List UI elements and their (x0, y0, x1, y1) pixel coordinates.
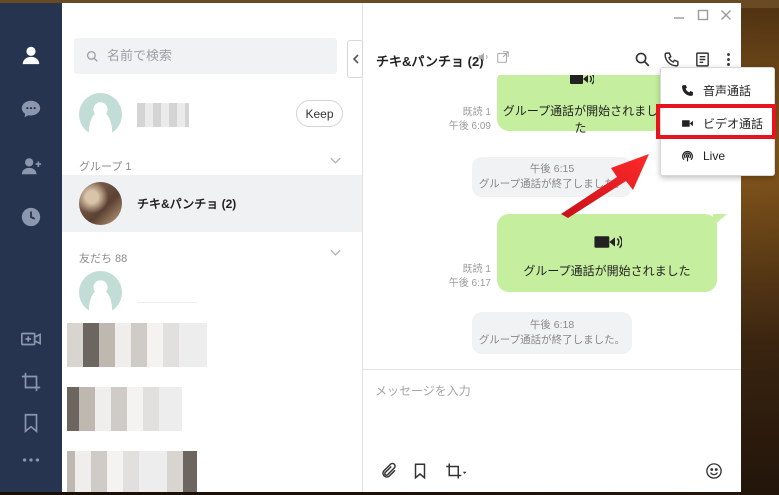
collapse-list-button[interactable] (347, 40, 363, 78)
voice-call-menu-item[interactable]: 音声通話 (661, 74, 774, 106)
friend-list-pane: Keep グループ 1 チキ&パンチョ (2) 友だち 88 (62, 3, 363, 492)
keep-bookmark-nav-icon[interactable] (19, 411, 43, 435)
menu-item-label: Live (703, 149, 726, 163)
video-camera-icon (497, 234, 717, 250)
system-time: 午後 6:18 (529, 319, 575, 331)
group-list-item[interactable]: チキ&パンチョ (2) (62, 175, 362, 232)
read-receipt: 既読 1 (462, 264, 491, 275)
message-text: グループ通話が開始されました (502, 104, 659, 135)
groups-section-label: グループ 1 (79, 161, 132, 173)
my-avatar (79, 93, 122, 136)
friend-row-pixelated[interactable] (67, 451, 197, 492)
chat-title: チキ&パンチョ (2) (376, 54, 484, 69)
minimize-icon[interactable] (673, 9, 685, 25)
attach-file-icon[interactable] (378, 460, 400, 482)
maximize-icon[interactable] (697, 9, 709, 25)
live-menu-item[interactable]: Live (661, 140, 774, 172)
search-input[interactable] (107, 48, 327, 64)
friend-row-pixelated[interactable] (67, 323, 207, 367)
chats-nav-icon[interactable] (19, 97, 43, 121)
screenshot-nav-icon[interactable] (19, 370, 43, 394)
video-call-menu-item[interactable]: ビデオ通話 (661, 107, 774, 139)
system-message: 午後 6:15 グループ通話が終了しました。 (472, 157, 632, 197)
group-avatar (79, 182, 122, 225)
outgoing-message[interactable]: グループ通話が開始されました (497, 75, 664, 135)
emoji-icon[interactable] (703, 460, 725, 482)
keep-button[interactable]: Keep (296, 100, 343, 127)
line-app-window: Keep グループ 1 チキ&パンチョ (2) 友だち 88 (0, 3, 741, 492)
friend-avatar[interactable] (79, 271, 122, 314)
message-composer (363, 369, 741, 492)
nav-rail (0, 3, 62, 492)
my-name-pixelated (137, 103, 189, 127)
video-camera-icon (682, 119, 693, 127)
add-friend-nav-icon[interactable] (19, 154, 43, 178)
history-nav-icon[interactable] (19, 205, 43, 229)
groups-collapse-chevron-icon[interactable] (330, 155, 341, 168)
muted-speaker-icon (477, 49, 491, 68)
live-broadcast-icon (682, 150, 693, 161)
system-message: 午後 6:18 グループ通話が終了しました。 (472, 312, 632, 354)
friends-nav-icon[interactable] (19, 43, 43, 67)
group-name: チキ&パンチョ (2) (137, 197, 237, 211)
menu-item-label: 音声通話 (703, 83, 752, 98)
message-time: 午後 6:17 (448, 278, 491, 289)
system-text: グループ通話が終了しました。 (478, 178, 626, 190)
video-call-nav-icon[interactable] (19, 327, 43, 351)
message-time: 午後 6:09 (448, 121, 491, 132)
more-nav-icon[interactable] (19, 448, 43, 472)
friends-collapse-chevron-icon[interactable] (330, 247, 341, 260)
message-meta: 既読 1 午後 6:17 (439, 263, 491, 291)
bubble-tail (713, 214, 727, 226)
menu-item-label: ビデオ通話 (703, 116, 764, 131)
call-dropdown-menu: 音声通話 ビデオ通話 Live (660, 67, 775, 176)
search-icon (86, 50, 98, 62)
search-chat-icon[interactable] (631, 48, 653, 70)
outgoing-message[interactable]: グループ通話が開始されました (497, 214, 717, 292)
friends-section-label: 友だち 88 (79, 253, 128, 265)
screenshot-dropdown-icon[interactable] (441, 460, 471, 482)
system-text: グループ通話が終了しました。 (478, 334, 626, 346)
keep-bookmark-icon[interactable] (409, 460, 431, 482)
message-input[interactable] (375, 382, 725, 442)
my-profile-row[interactable]: Keep (62, 85, 362, 145)
friend-row-pixelated[interactable] (67, 387, 182, 431)
message-text: グループ通話が開始されました (523, 264, 691, 278)
message-meta: 既読 1 午後 6:09 (439, 106, 491, 134)
search-box[interactable] (74, 38, 337, 74)
system-time: 午後 6:15 (529, 163, 575, 175)
close-icon[interactable] (720, 9, 732, 25)
phone-icon (682, 84, 693, 96)
external-open-icon[interactable] (496, 49, 510, 68)
video-camera-icon (497, 75, 664, 88)
friend-name-pixelated (137, 302, 197, 303)
read-receipt: 既読 1 (462, 107, 491, 118)
